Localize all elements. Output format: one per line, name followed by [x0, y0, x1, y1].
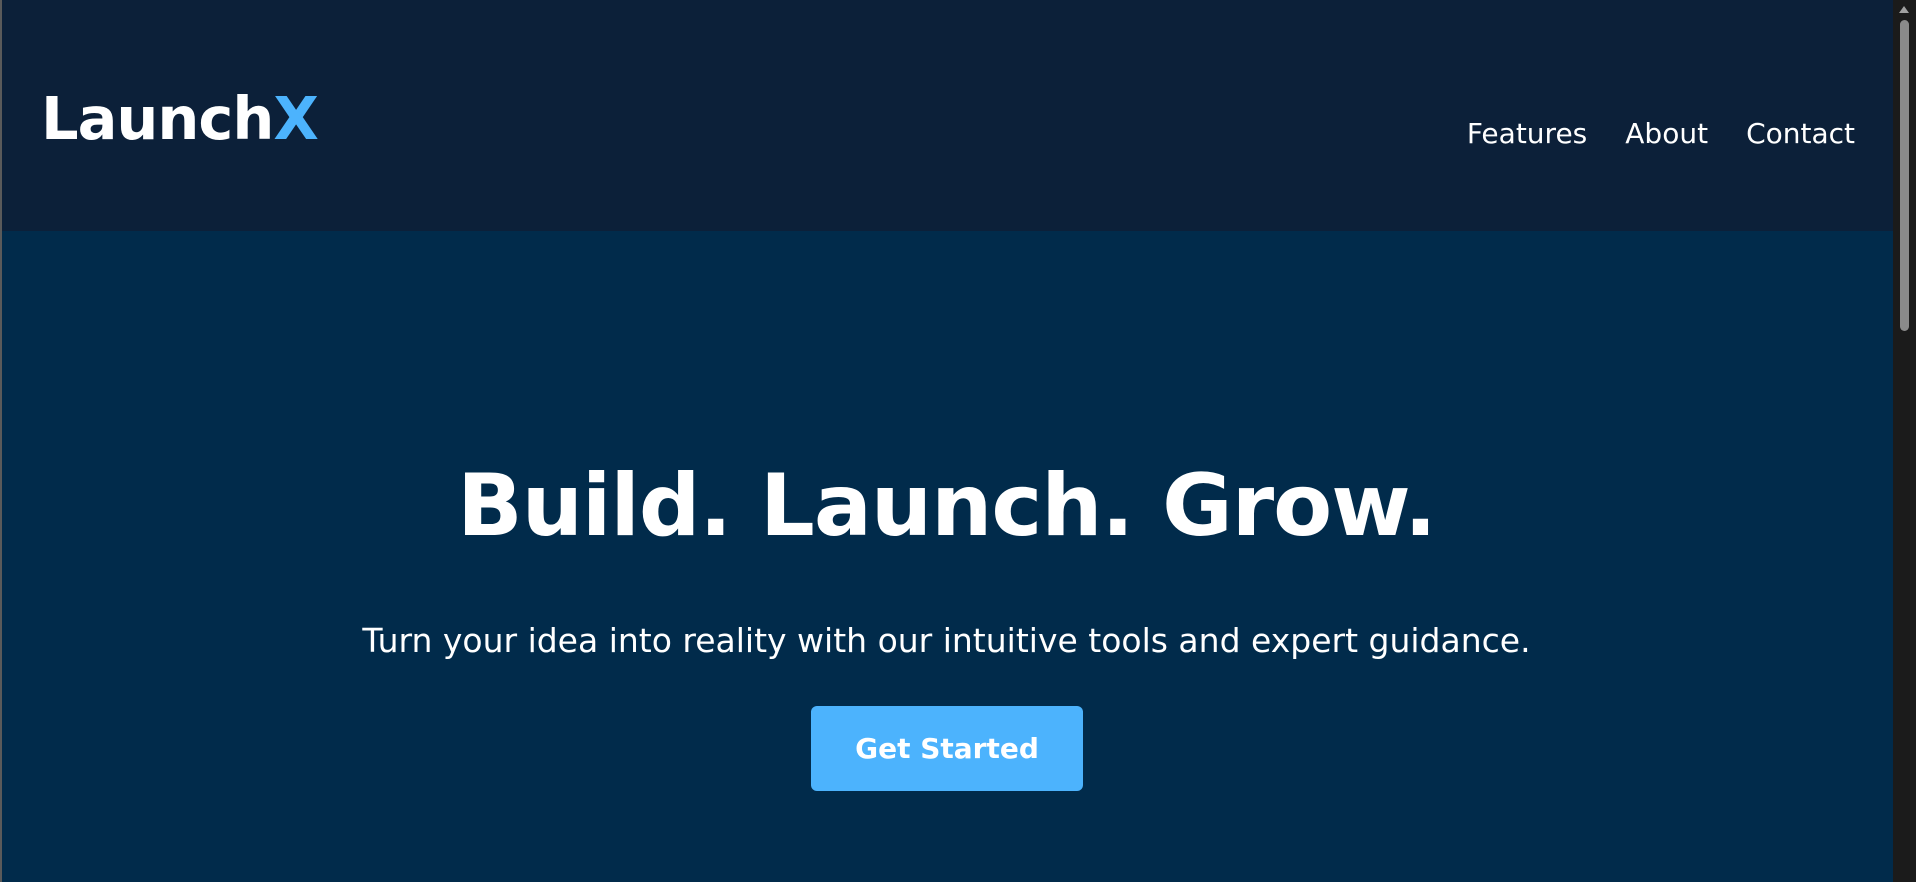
vertical-scrollbar[interactable]	[1893, 0, 1916, 882]
logo-accent: X	[273, 84, 318, 153]
nav-link-features[interactable]: Features	[1467, 114, 1587, 154]
scrollbar-thumb[interactable]	[1900, 20, 1909, 331]
nav-link-about[interactable]: About	[1625, 114, 1708, 154]
hero-section: Build. Launch. Grow. Turn your idea into…	[0, 231, 1893, 882]
site-header: LaunchX Features About Contact	[0, 0, 1893, 231]
logo[interactable]: LaunchX	[41, 84, 319, 154]
nav-link-contact[interactable]: Contact	[1746, 114, 1855, 154]
main-nav: Features About Contact	[1467, 114, 1855, 154]
scroll-up-arrow-icon[interactable]	[1899, 6, 1909, 13]
hero-subtitle: Turn your idea into reality with our int…	[362, 621, 1531, 660]
logo-text: Launch	[41, 84, 274, 153]
page: LaunchX Features About Contact Build. La…	[0, 0, 1916, 882]
window-border	[0, 0, 2, 882]
get-started-button[interactable]: Get Started	[811, 706, 1083, 791]
hero-title: Build. Launch. Grow.	[457, 456, 1437, 556]
